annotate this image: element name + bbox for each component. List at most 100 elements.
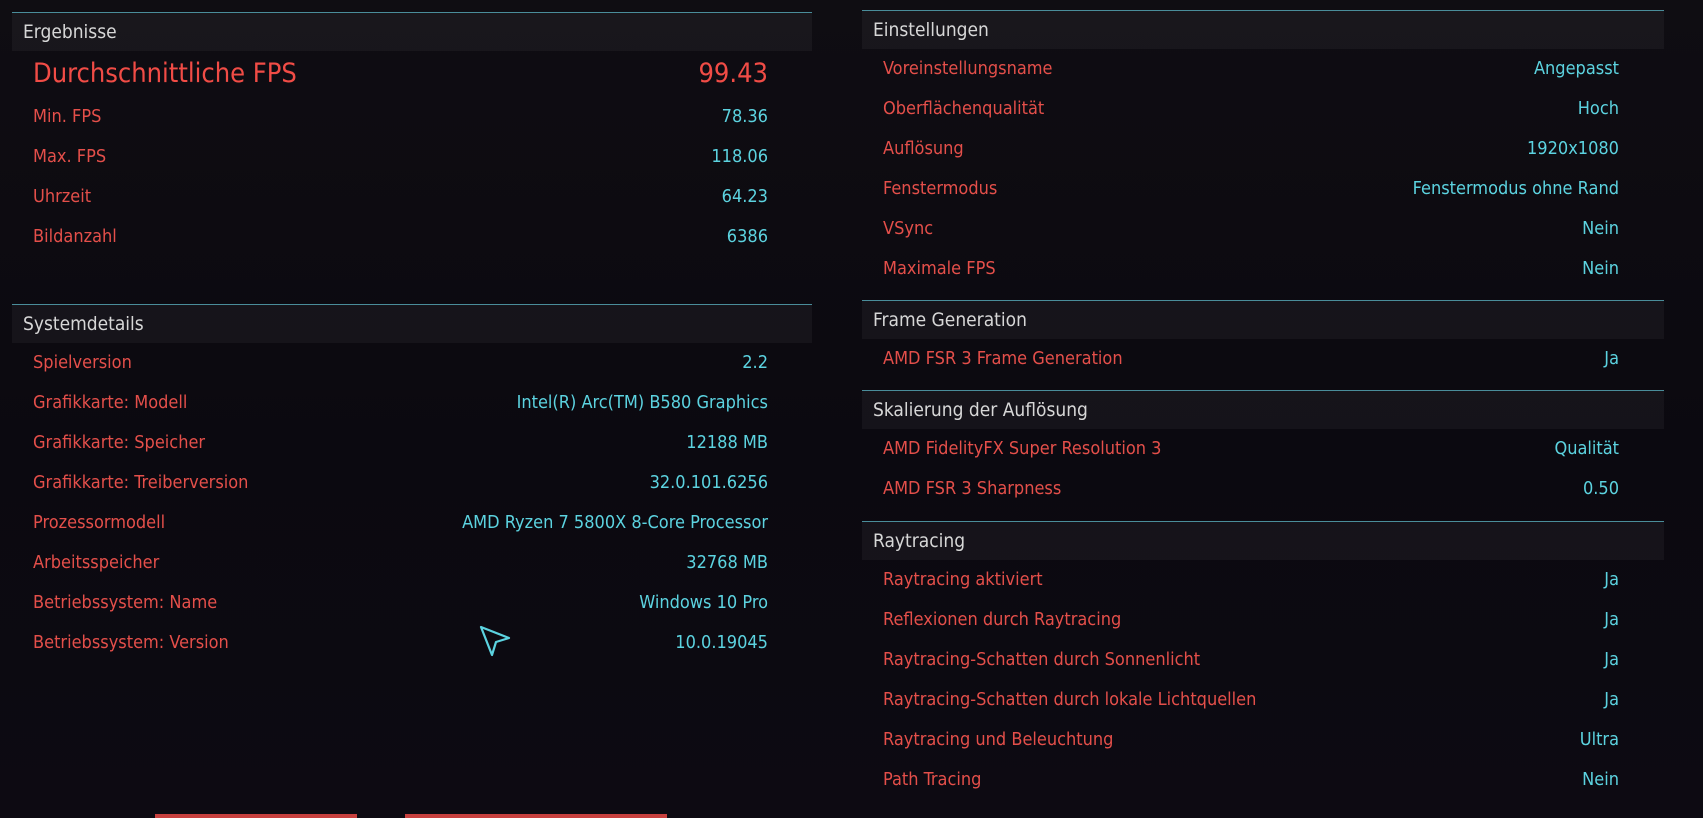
preset-label: Voreinstellungsname <box>883 58 1053 79</box>
max-fps-setting-label: Maximale FPS <box>883 258 996 279</box>
fsr-frame-gen-label: AMD FSR 3 Frame Generation <box>883 348 1123 369</box>
rt-reflections-row: Reflexionen durch Raytracing Ja <box>862 600 1664 640</box>
rt-local-shadows-value: Ja <box>1604 689 1619 710</box>
bottom-button-left[interactable] <box>155 814 357 818</box>
max-fps-setting-row: Maximale FPS Nein <box>862 249 1664 289</box>
cpu-model-value: AMD Ryzen 7 5800X 8-Core Processor <box>462 512 768 533</box>
rt-sun-shadows-value: Ja <box>1604 649 1619 670</box>
scaling-section: Skalierung der Auflösung AMD FidelityFX … <box>862 390 1664 521</box>
time-value: 64.23 <box>721 186 768 207</box>
settings-header: Einstellungen <box>862 10 1664 49</box>
ram-value: 32768 MB <box>686 552 768 573</box>
fsr3-row: AMD FidelityFX Super Resolution 3 Qualit… <box>862 429 1664 469</box>
settings-section: Einstellungen Voreinstellungsname Angepa… <box>862 10 1664 300</box>
window-mode-value: Fenstermodus ohne Rand <box>1412 178 1619 199</box>
frame-generation-header: Frame Generation <box>862 300 1664 339</box>
resolution-row: Auflösung 1920x1080 <box>862 129 1664 169</box>
fsr3-sharpness-value: 0.50 <box>1582 478 1619 499</box>
gpu-memory-row: Grafikkarte: Speicher 12188 MB <box>12 423 812 463</box>
rt-sun-shadows-row: Raytracing-Schatten durch Sonnenlicht Ja <box>862 640 1664 680</box>
max-fps-value: 118.06 <box>711 146 768 167</box>
resolution-value: 1920x1080 <box>1527 138 1619 159</box>
path-tracing-row: Path Tracing Nein <box>862 760 1664 800</box>
max-fps-row: Max. FPS 118.06 <box>12 137 812 177</box>
max-fps-label: Max. FPS <box>33 146 107 167</box>
raytracing-section: Raytracing Raytracing aktiviert Ja Refle… <box>862 521 1664 800</box>
vsync-label: VSync <box>883 218 934 239</box>
fsr3-sharpness-row: AMD FSR 3 Sharpness 0.50 <box>862 469 1664 509</box>
cpu-model-row: Prozessormodell AMD Ryzen 7 5800X 8-Core… <box>12 503 812 543</box>
rt-lighting-value: Ultra <box>1579 729 1619 750</box>
rt-lighting-row: Raytracing und Beleuchtung Ultra <box>862 720 1664 760</box>
gpu-driver-row: Grafikkarte: Treiberversion 32.0.101.625… <box>12 463 812 503</box>
rt-enabled-value: Ja <box>1604 569 1619 590</box>
results-section: Ergebnisse Durchschnittliche FPS 99.43 M… <box>12 12 812 304</box>
results-header: Ergebnisse <box>12 12 812 51</box>
rt-enabled-label: Raytracing aktiviert <box>883 569 1043 590</box>
rt-enabled-row: Raytracing aktiviert Ja <box>862 560 1664 600</box>
texture-quality-label: Oberflächenqualität <box>883 98 1045 119</box>
fsr3-sharpness-label: AMD FSR 3 Sharpness <box>883 478 1062 499</box>
path-tracing-label: Path Tracing <box>883 769 982 790</box>
window-mode-label: Fenstermodus <box>883 178 998 199</box>
avg-fps-row: Durchschnittliche FPS 99.43 <box>12 51 812 97</box>
texture-quality-value: Hoch <box>1577 98 1619 119</box>
os-name-label: Betriebssystem: Name <box>33 592 218 613</box>
game-version-row: Spielversion 2.2 <box>12 343 812 383</box>
system-section: Systemdetails Spielversion 2.2 Grafikkar… <box>12 304 812 663</box>
max-fps-setting-value: Nein <box>1582 258 1619 279</box>
rt-local-shadows-label: Raytracing-Schatten durch lokale Lichtqu… <box>883 689 1257 710</box>
os-version-row: Betriebssystem: Version 10.0.19045 <box>12 623 812 663</box>
gpu-model-label: Grafikkarte: Modell <box>33 392 188 413</box>
os-name-value: Windows 10 Pro <box>639 592 768 613</box>
gpu-driver-label: Grafikkarte: Treiberversion <box>33 472 249 493</box>
os-name-row: Betriebssystem: Name Windows 10 Pro <box>12 583 812 623</box>
right-column: Einstellungen Voreinstellungsname Angepa… <box>862 10 1664 800</box>
bottom-button-right[interactable] <box>405 814 667 818</box>
texture-quality-row: Oberflächenqualität Hoch <box>862 89 1664 129</box>
avg-fps-label: Durchschnittliche FPS <box>33 58 297 89</box>
min-fps-value: 78.36 <box>721 106 768 127</box>
frame-count-row: Bildanzahl 6386 <box>12 217 812 257</box>
rt-sun-shadows-label: Raytracing-Schatten durch Sonnenlicht <box>883 649 1201 670</box>
gpu-model-value: Intel(R) Arc(TM) B580 Graphics <box>516 392 768 413</box>
fsr3-value: Qualität <box>1554 438 1619 459</box>
system-header: Systemdetails <box>12 304 812 343</box>
vsync-row: VSync Nein <box>862 209 1664 249</box>
game-version-value: 2.2 <box>742 352 768 373</box>
frame-count-label: Bildanzahl <box>33 226 117 247</box>
avg-fps-value: 99.43 <box>698 58 768 89</box>
resolution-label: Auflösung <box>883 138 964 159</box>
rt-reflections-label: Reflexionen durch Raytracing <box>883 609 1122 630</box>
min-fps-label: Min. FPS <box>33 106 102 127</box>
frame-generation-section: Frame Generation AMD FSR 3 Frame Generat… <box>862 300 1664 390</box>
ram-row: Arbeitsspeicher 32768 MB <box>12 543 812 583</box>
scaling-header: Skalierung der Auflösung <box>862 390 1664 429</box>
time-row: Uhrzeit 64.23 <box>12 177 812 217</box>
game-version-label: Spielversion <box>33 352 132 373</box>
raytracing-header: Raytracing <box>862 521 1664 560</box>
ram-label: Arbeitsspeicher <box>33 552 160 573</box>
frame-count-value: 6386 <box>726 226 768 247</box>
rt-lighting-label: Raytracing und Beleuchtung <box>883 729 1114 750</box>
gpu-driver-value: 32.0.101.6256 <box>649 472 768 493</box>
gpu-memory-label: Grafikkarte: Speicher <box>33 432 206 453</box>
rt-reflections-value: Ja <box>1604 609 1619 630</box>
gpu-model-row: Grafikkarte: Modell Intel(R) Arc(TM) B58… <box>12 383 812 423</box>
os-version-label: Betriebssystem: Version <box>33 632 229 653</box>
left-column: Ergebnisse Durchschnittliche FPS 99.43 M… <box>12 12 812 663</box>
fsr-frame-gen-row: AMD FSR 3 Frame Generation Ja <box>862 339 1664 379</box>
gpu-memory-value: 12188 MB <box>686 432 768 453</box>
os-version-value: 10.0.19045 <box>675 632 768 653</box>
arrow-cursor-icon <box>479 625 511 657</box>
preset-value: Angepasst <box>1533 58 1619 79</box>
fsr3-label: AMD FidelityFX Super Resolution 3 <box>883 438 1162 459</box>
vsync-value: Nein <box>1582 218 1619 239</box>
time-label: Uhrzeit <box>33 186 92 207</box>
window-mode-row: Fenstermodus Fenstermodus ohne Rand <box>862 169 1664 209</box>
min-fps-row: Min. FPS 78.36 <box>12 97 812 137</box>
cpu-model-label: Prozessormodell <box>33 512 166 533</box>
path-tracing-value: Nein <box>1582 769 1619 790</box>
fsr-frame-gen-value: Ja <box>1604 348 1619 369</box>
rt-local-shadows-row: Raytracing-Schatten durch lokale Lichtqu… <box>862 680 1664 720</box>
